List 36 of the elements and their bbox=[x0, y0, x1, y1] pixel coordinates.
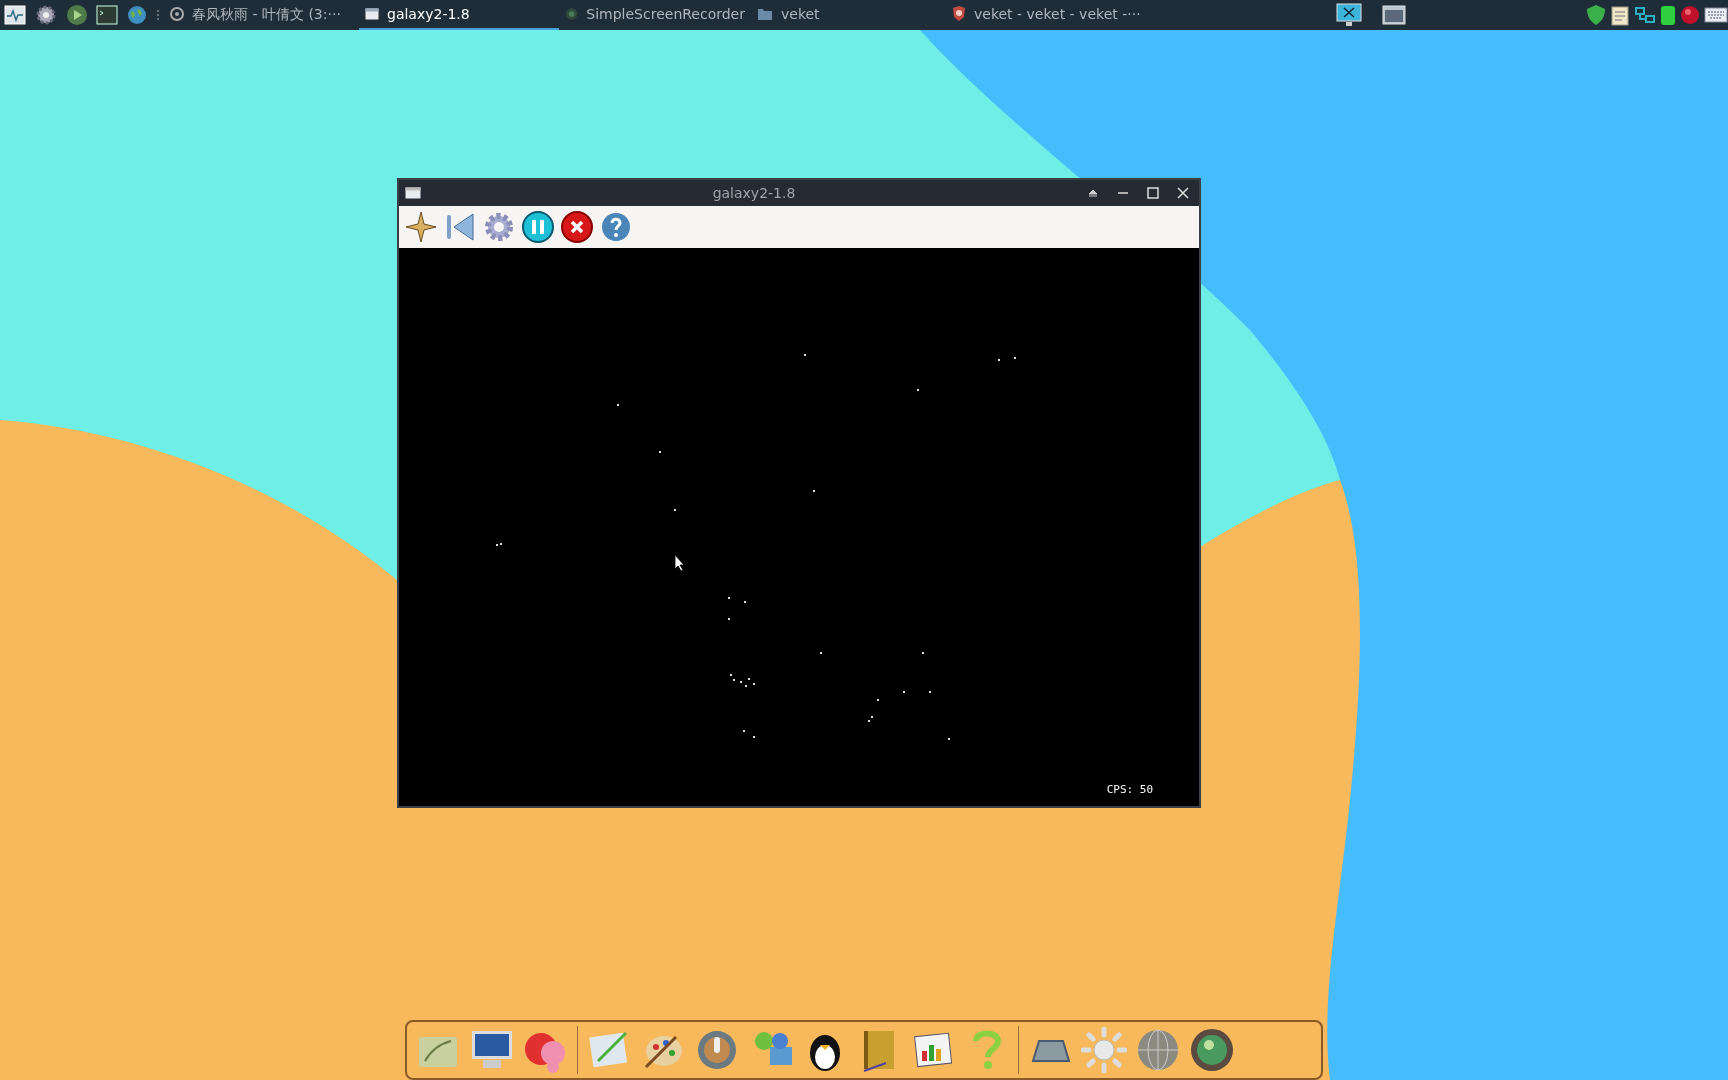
star-icon[interactable] bbox=[405, 211, 437, 243]
shield-icon[interactable] bbox=[1586, 4, 1606, 26]
window-icon bbox=[365, 8, 379, 20]
battery-icon[interactable] bbox=[1660, 4, 1676, 26]
taskbar-task[interactable]: veket bbox=[751, 0, 851, 30]
help-icon[interactable] bbox=[600, 211, 632, 243]
settings-icon[interactable] bbox=[483, 211, 515, 243]
handle-icon bbox=[156, 9, 160, 21]
record-icon[interactable] bbox=[1680, 5, 1700, 25]
network-icon[interactable] bbox=[1634, 5, 1656, 25]
disc-icon bbox=[170, 7, 184, 21]
globe-icon[interactable] bbox=[126, 4, 148, 26]
clipboard-icon[interactable] bbox=[1610, 4, 1630, 26]
shade-icon[interactable] bbox=[1087, 187, 1099, 199]
window-icon[interactable] bbox=[1382, 5, 1406, 25]
window-title: galaxy2-1.8 bbox=[711, 183, 797, 203]
taskbar-task[interactable]: galaxy2-1.8 bbox=[359, 0, 559, 30]
monitor-icon[interactable] bbox=[1336, 3, 1362, 27]
system-monitor-icon[interactable] bbox=[4, 5, 26, 25]
pause-icon[interactable] bbox=[522, 211, 554, 243]
taskbar-task[interactable]: SimpleScreenRecorder bbox=[559, 0, 751, 30]
cursor-icon bbox=[674, 554, 686, 572]
cps-counter: CPS: 50 bbox=[1106, 781, 1153, 798]
record-icon bbox=[565, 7, 579, 21]
taskbar-task[interactable]: 春风秋雨 - 叶倩文 (3:··· bbox=[164, 0, 359, 30]
maximize-icon[interactable] bbox=[1147, 187, 1159, 199]
gear-icon[interactable] bbox=[34, 3, 58, 27]
taskbar-task[interactable]: veket - veket - veket -··· bbox=[946, 0, 1186, 30]
camera-lens-icon[interactable] bbox=[1189, 1027, 1235, 1073]
skip-back-icon[interactable] bbox=[444, 211, 476, 243]
terminal-icon[interactable] bbox=[96, 5, 118, 25]
close-icon[interactable] bbox=[1177, 187, 1189, 199]
play-icon[interactable] bbox=[66, 4, 88, 26]
keyboard-icon[interactable] bbox=[1704, 6, 1728, 24]
stop-icon[interactable] bbox=[561, 211, 593, 243]
window-menu-icon[interactable] bbox=[405, 187, 421, 199]
